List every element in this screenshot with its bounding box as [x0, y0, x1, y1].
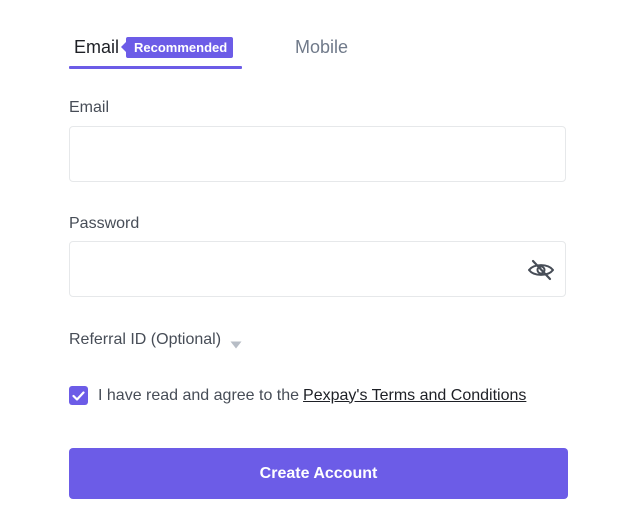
checkmark-icon: [72, 390, 85, 401]
recommended-badge: Recommended: [121, 36, 234, 58]
email-label: Email: [69, 99, 110, 116]
active-tab-indicator: [69, 66, 242, 69]
email-field-container: [69, 126, 566, 182]
password-label: Password: [69, 215, 140, 232]
referral-id-toggle[interactable]: Referral ID (Optional): [69, 331, 242, 349]
tab-mobile-label: Mobile: [295, 36, 349, 57]
terms-text: I have read and agree to the: [98, 386, 300, 404]
tab-email-label: Email: [74, 36, 120, 57]
tab-mobile[interactable]: Mobile: [295, 28, 348, 66]
caret-down-icon: [230, 336, 242, 349]
signup-form: Email Recommended Mobile Email Password …: [0, 0, 642, 512]
password-field[interactable]: [70, 242, 510, 296]
email-field[interactable]: [70, 127, 510, 181]
eye-off-icon[interactable]: [527, 258, 555, 282]
referral-id-label: Referral ID (Optional): [69, 331, 222, 348]
tab-email[interactable]: Email Recommended: [69, 28, 242, 66]
create-account-button[interactable]: Create Account: [69, 448, 568, 499]
terms-agreement: I have read and agree to the Pexpay's Te…: [69, 386, 526, 405]
terms-checkbox[interactable]: [69, 386, 88, 405]
terms-link[interactable]: Pexpay's Terms and Conditions: [303, 387, 526, 405]
signup-method-tabs: Email Recommended Mobile: [69, 28, 569, 70]
password-field-container: [69, 241, 566, 297]
